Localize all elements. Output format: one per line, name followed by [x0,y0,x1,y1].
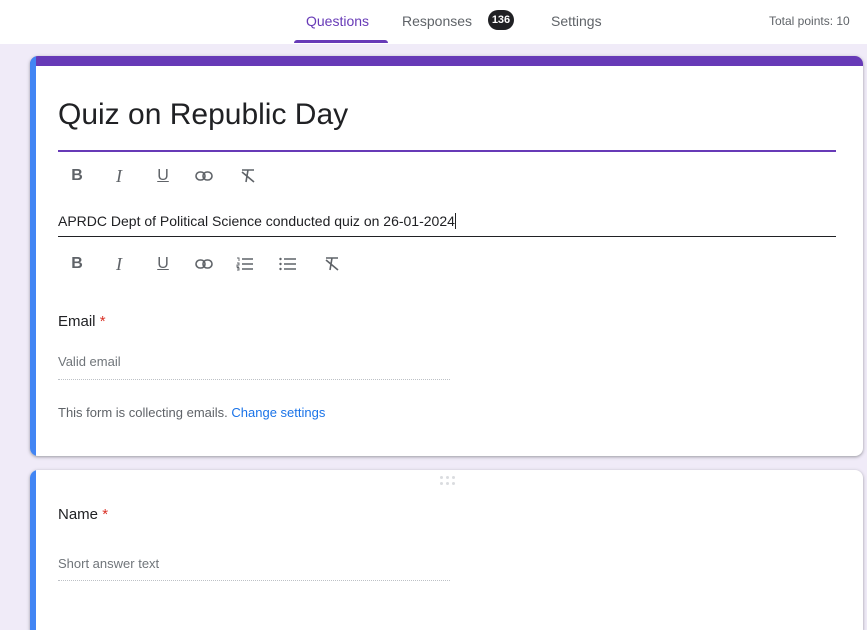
bulleted-list-icon[interactable] [275,252,301,276]
numbered-list-icon[interactable] [232,252,258,276]
required-asterisk: * [99,313,106,330]
card-left-border [30,470,36,630]
theme-accent-bar [30,56,863,66]
description-underline [58,236,836,237]
email-question-label: Email * [58,313,106,330]
drag-handle-icon[interactable] [440,476,458,486]
clear-format-icon[interactable] [319,252,345,276]
tab-settings[interactable]: Settings [551,13,602,29]
name-input-placeholder[interactable]: Short answer text [58,556,159,571]
name-question-label: Name * [58,506,108,523]
bold-icon[interactable]: B [64,164,90,188]
bold-icon[interactable]: B [64,252,90,276]
active-tab-indicator [294,40,388,43]
focus-indicator [30,56,36,456]
italic-icon[interactable]: I [106,252,132,276]
form-header-card[interactable]: Quiz on Republic Day B I U APRDC Dept of… [30,56,863,456]
email-collection-note-text: This form is collecting emails. [58,405,228,420]
tab-responses[interactable]: Responses [402,13,472,29]
underline-icon[interactable]: U [150,164,176,188]
italic-icon[interactable]: I [106,164,132,188]
change-settings-link[interactable]: Change settings [231,405,325,420]
required-asterisk: * [102,506,109,523]
tab-questions[interactable]: Questions [306,13,369,29]
responses-count-badge: 136 [488,10,514,30]
link-icon[interactable] [191,164,217,188]
email-collection-note: This form is collecting emails. Change s… [58,405,325,420]
email-input-placeholder[interactable]: Valid email [58,354,121,369]
title-underline [58,150,836,152]
form-title[interactable]: Quiz on Republic Day [58,98,348,132]
underline-icon[interactable]: U [150,252,176,276]
name-input-line [58,580,450,581]
top-bar: Questions Responses 136 Settings Total p… [0,0,867,44]
text-cursor [454,213,456,229]
email-input-line [58,379,450,380]
form-description-text: APRDC Dept of Political Science conducte… [58,213,455,229]
total-points: Total points: 10 [769,14,850,28]
link-icon[interactable] [191,252,217,276]
question-card-name[interactable]: Name * Short answer text [30,470,863,630]
form-description[interactable]: APRDC Dept of Political Science conducte… [58,213,456,229]
clear-format-icon[interactable] [235,164,261,188]
email-label-text: Email [58,313,96,330]
name-label-text: Name [58,506,99,523]
